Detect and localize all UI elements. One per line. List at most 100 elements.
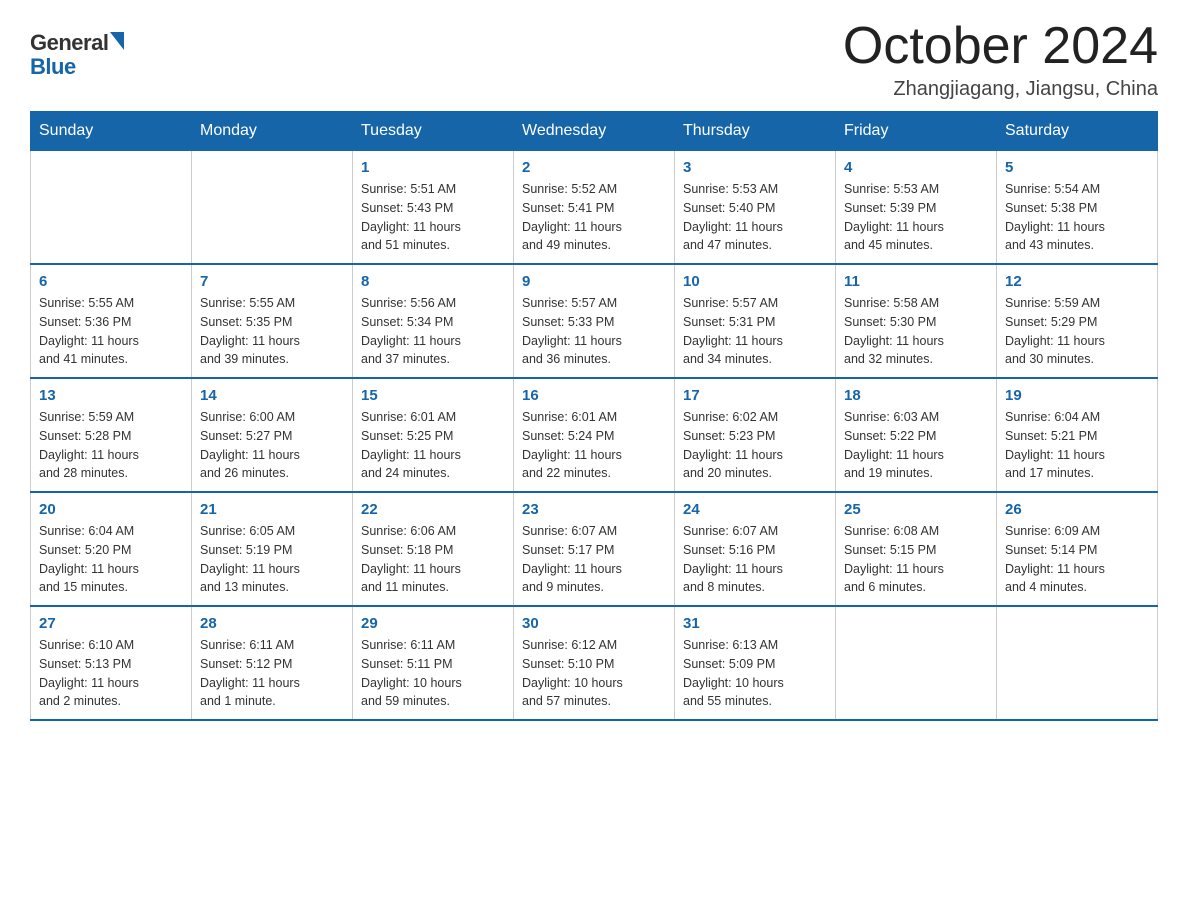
day-info: Sunrise: 5:56 AMSunset: 5:34 PMDaylight:…	[361, 294, 505, 369]
logo-blue: Blue	[30, 54, 124, 80]
day-number: 19	[1005, 387, 1149, 404]
day-info: Sunrise: 6:12 AMSunset: 5:10 PMDaylight:…	[522, 636, 666, 711]
calendar-cell: 6 Sunrise: 5:55 AMSunset: 5:36 PMDaylight…	[31, 264, 192, 378]
weekday-header-saturday: Saturday	[997, 112, 1158, 151]
calendar-cell: 16 Sunrise: 6:01 AMSunset: 5:24 PMDayligh…	[514, 378, 675, 492]
weekday-header-thursday: Thursday	[675, 112, 836, 151]
day-info: Sunrise: 5:57 AMSunset: 5:33 PMDaylight:…	[522, 294, 666, 369]
day-number: 9	[522, 273, 666, 290]
calendar-cell	[192, 151, 353, 265]
day-info: Sunrise: 5:54 AMSunset: 5:38 PMDaylight:…	[1005, 180, 1149, 255]
day-info: Sunrise: 6:01 AMSunset: 5:24 PMDaylight:…	[522, 408, 666, 483]
day-number: 2	[522, 159, 666, 176]
calendar-cell: 14 Sunrise: 6:00 AMSunset: 5:27 PMDayligh…	[192, 378, 353, 492]
calendar-table: SundayMondayTuesdayWednesdayThursdayFrid…	[30, 111, 1158, 721]
day-info: Sunrise: 6:00 AMSunset: 5:27 PMDaylight:…	[200, 408, 344, 483]
calendar-cell: 13 Sunrise: 5:59 AMSunset: 5:28 PMDayligh…	[31, 378, 192, 492]
calendar-cell: 20 Sunrise: 6:04 AMSunset: 5:20 PMDayligh…	[31, 492, 192, 606]
day-number: 25	[844, 501, 988, 518]
calendar-cell: 11 Sunrise: 5:58 AMSunset: 5:30 PMDayligh…	[836, 264, 997, 378]
calendar-cell: 31Sunrise: 6:13 AMSunset: 5:09 PMDayligh…	[675, 606, 836, 720]
calendar-cell: 1Sunrise: 5:51 AMSunset: 5:43 PMDaylight…	[353, 151, 514, 265]
day-number: 13	[39, 387, 183, 404]
calendar-cell: 8 Sunrise: 5:56 AMSunset: 5:34 PMDaylight…	[353, 264, 514, 378]
logo-general: General	[30, 30, 108, 56]
day-number: 28	[200, 615, 344, 632]
day-info: Sunrise: 6:11 AMSunset: 5:12 PMDaylight:…	[200, 636, 344, 711]
day-info: Sunrise: 6:08 AMSunset: 5:15 PMDaylight:…	[844, 522, 988, 597]
day-info: Sunrise: 5:53 AMSunset: 5:39 PMDaylight:…	[844, 180, 988, 255]
page-header: General Blue October 2024 Zhangjiagang, …	[30, 20, 1158, 101]
calendar-header-row: SundayMondayTuesdayWednesdayThursdayFrid…	[31, 112, 1158, 151]
calendar-cell: 28 Sunrise: 6:11 AMSunset: 5:12 PMDayligh…	[192, 606, 353, 720]
calendar-cell: 26 Sunrise: 6:09 AMSunset: 5:14 PMDayligh…	[997, 492, 1158, 606]
day-info: Sunrise: 5:58 AMSunset: 5:30 PMDaylight:…	[844, 294, 988, 369]
day-info: Sunrise: 5:59 AMSunset: 5:28 PMDaylight:…	[39, 408, 183, 483]
day-info: Sunrise: 6:03 AMSunset: 5:22 PMDaylight:…	[844, 408, 988, 483]
day-info: Sunrise: 6:01 AMSunset: 5:25 PMDaylight:…	[361, 408, 505, 483]
calendar-cell: 25 Sunrise: 6:08 AMSunset: 5:15 PMDayligh…	[836, 492, 997, 606]
day-number: 23	[522, 501, 666, 518]
calendar-cell	[31, 151, 192, 265]
calendar-cell: 4 Sunrise: 5:53 AMSunset: 5:39 PMDaylight…	[836, 151, 997, 265]
day-info: Sunrise: 5:52 AMSunset: 5:41 PMDaylight:…	[522, 180, 666, 255]
title-block: October 2024 Zhangjiagang, Jiangsu, Chin…	[843, 20, 1158, 101]
day-info: Sunrise: 6:09 AMSunset: 5:14 PMDaylight:…	[1005, 522, 1149, 597]
day-number: 3	[683, 159, 827, 176]
calendar-week-2: 6 Sunrise: 5:55 AMSunset: 5:36 PMDaylight…	[31, 264, 1158, 378]
day-number: 7	[200, 273, 344, 290]
day-number: 6	[39, 273, 183, 290]
logo: General Blue	[30, 30, 124, 80]
day-number: 29	[361, 615, 505, 632]
day-info: Sunrise: 6:10 AMSunset: 5:13 PMDaylight:…	[39, 636, 183, 711]
calendar-cell: 2 Sunrise: 5:52 AMSunset: 5:41 PMDaylight…	[514, 151, 675, 265]
calendar-cell: 30 Sunrise: 6:12 AMSunset: 5:10 PMDayligh…	[514, 606, 675, 720]
day-info: Sunrise: 5:57 AMSunset: 5:31 PMDaylight:…	[683, 294, 827, 369]
day-info: Sunrise: 5:55 AMSunset: 5:36 PMDaylight:…	[39, 294, 183, 369]
calendar-cell	[836, 606, 997, 720]
day-number: 18	[844, 387, 988, 404]
calendar-week-3: 13 Sunrise: 5:59 AMSunset: 5:28 PMDayligh…	[31, 378, 1158, 492]
day-number: 17	[683, 387, 827, 404]
calendar-week-1: 1Sunrise: 5:51 AMSunset: 5:43 PMDaylight…	[31, 151, 1158, 265]
day-number: 12	[1005, 273, 1149, 290]
weekday-header-monday: Monday	[192, 112, 353, 151]
month-year-title: October 2024	[843, 20, 1158, 72]
weekday-header-tuesday: Tuesday	[353, 112, 514, 151]
day-info: Sunrise: 6:05 AMSunset: 5:19 PMDaylight:…	[200, 522, 344, 597]
day-number: 30	[522, 615, 666, 632]
calendar-cell: 23 Sunrise: 6:07 AMSunset: 5:17 PMDayligh…	[514, 492, 675, 606]
day-number: 4	[844, 159, 988, 176]
day-info: Sunrise: 6:07 AMSunset: 5:17 PMDaylight:…	[522, 522, 666, 597]
day-info: Sunrise: 5:53 AMSunset: 5:40 PMDaylight:…	[683, 180, 827, 255]
weekday-header-wednesday: Wednesday	[514, 112, 675, 151]
day-number: 10	[683, 273, 827, 290]
calendar-cell: 9 Sunrise: 5:57 AMSunset: 5:33 PMDaylight…	[514, 264, 675, 378]
calendar-cell: 18 Sunrise: 6:03 AMSunset: 5:22 PMDayligh…	[836, 378, 997, 492]
weekday-header-sunday: Sunday	[31, 112, 192, 151]
calendar-cell: 3 Sunrise: 5:53 AMSunset: 5:40 PMDaylight…	[675, 151, 836, 265]
logo-arrow-icon	[110, 32, 124, 50]
day-info: Sunrise: 6:04 AMSunset: 5:21 PMDaylight:…	[1005, 408, 1149, 483]
calendar-cell: 29 Sunrise: 6:11 AMSunset: 5:11 PMDayligh…	[353, 606, 514, 720]
calendar-cell: 12 Sunrise: 5:59 AMSunset: 5:29 PMDayligh…	[997, 264, 1158, 378]
day-number: 21	[200, 501, 344, 518]
day-number: 16	[522, 387, 666, 404]
day-number: 5	[1005, 159, 1149, 176]
day-number: 26	[1005, 501, 1149, 518]
day-info: Sunrise: 6:04 AMSunset: 5:20 PMDaylight:…	[39, 522, 183, 597]
day-number: 22	[361, 501, 505, 518]
day-number: 31	[683, 615, 827, 632]
day-info: Sunrise: 6:11 AMSunset: 5:11 PMDaylight:…	[361, 636, 505, 711]
calendar-week-5: 27 Sunrise: 6:10 AMSunset: 5:13 PMDayligh…	[31, 606, 1158, 720]
day-info: Sunrise: 5:59 AMSunset: 5:29 PMDaylight:…	[1005, 294, 1149, 369]
day-number: 27	[39, 615, 183, 632]
day-number: 20	[39, 501, 183, 518]
calendar-cell: 22Sunrise: 6:06 AMSunset: 5:18 PMDayligh…	[353, 492, 514, 606]
calendar-cell: 19 Sunrise: 6:04 AMSunset: 5:21 PMDayligh…	[997, 378, 1158, 492]
day-number: 8	[361, 273, 505, 290]
day-number: 15	[361, 387, 505, 404]
calendar-cell: 27 Sunrise: 6:10 AMSunset: 5:13 PMDayligh…	[31, 606, 192, 720]
day-number: 11	[844, 273, 988, 290]
day-number: 14	[200, 387, 344, 404]
